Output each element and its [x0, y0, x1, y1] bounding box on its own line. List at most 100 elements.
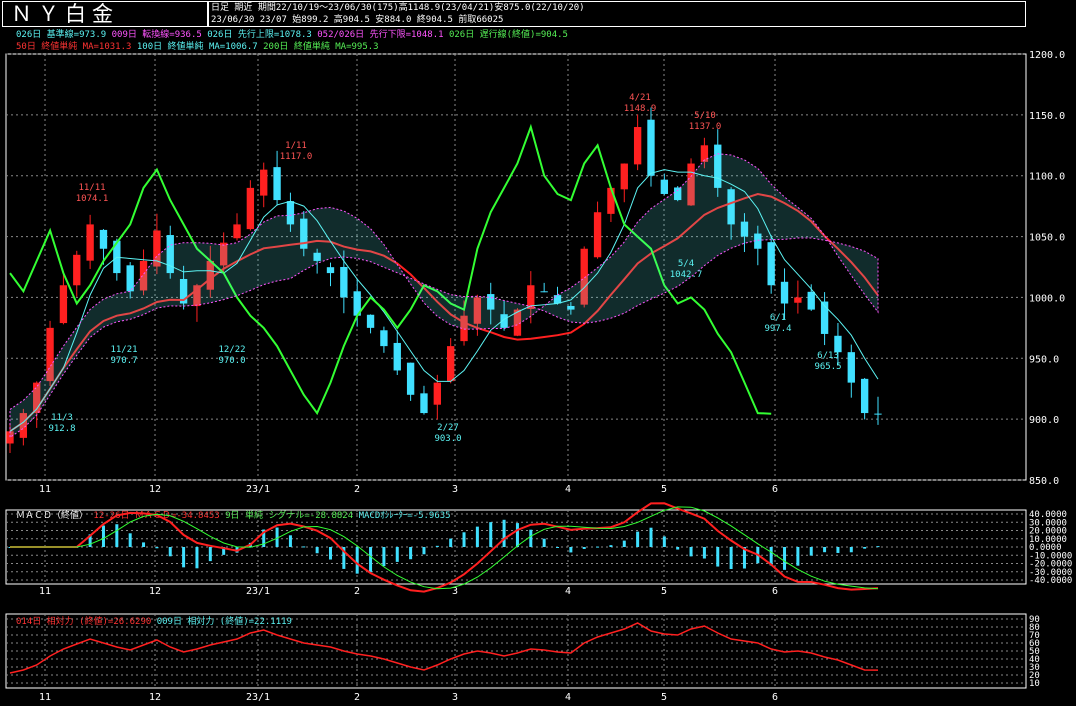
candle-body [406, 362, 415, 395]
macd-histogram-bar [515, 523, 519, 547]
macd-histogram-bar [115, 524, 119, 547]
x-tick: 5 [661, 692, 667, 703]
annotation-date: 1/11 [285, 141, 307, 151]
macd-histogram-bar [449, 538, 453, 547]
annotation-value: 903.0 [434, 434, 461, 444]
x-tick: 12 [149, 484, 161, 495]
macd-signal-line [10, 506, 879, 590]
candle-body [874, 413, 882, 415]
x-tick: 11 [39, 586, 51, 597]
macd-histogram-bar [863, 547, 867, 549]
candle-body [834, 335, 842, 353]
y-tick-main: 950.0 [1029, 354, 1059, 365]
macd-histogram-bar [395, 547, 399, 562]
annotation-value: 1137.0 [689, 122, 722, 132]
annotation-value: 912.8 [48, 424, 75, 434]
macd-histogram-bar [168, 547, 172, 557]
macd-histogram-bar [796, 547, 800, 566]
macd-histogram-bar [596, 546, 600, 548]
candle-body [393, 342, 401, 371]
macd-histogram-bar [155, 547, 159, 549]
x-tick: 4 [565, 692, 571, 703]
macd-histogram-bar [529, 529, 533, 547]
x-tick: 5 [661, 586, 667, 597]
annotation-value: 1042.7 [670, 270, 703, 280]
candle-body [326, 267, 335, 274]
x-tick: 3 [452, 484, 458, 495]
macd-histogram-bar [836, 547, 840, 553]
y-tick-main: 1200.0 [1029, 50, 1065, 61]
y-tick-rsi: 10 [1029, 679, 1040, 689]
macd-histogram-bar [422, 547, 426, 555]
candle-body [807, 291, 815, 310]
macd-histogram-bar [382, 547, 386, 567]
candle-body [233, 224, 241, 239]
y-tick-main: 1050.0 [1029, 233, 1065, 244]
annotation-date: 5/4 [678, 259, 694, 269]
x-tick: 5 [661, 484, 667, 495]
x-tick: 6 [772, 586, 778, 597]
x-tick: 11 [39, 692, 51, 703]
annotation-value: 970.7 [110, 356, 137, 366]
y-tick-main: 1150.0 [1029, 111, 1065, 122]
annotation-value: 997.4 [764, 324, 791, 334]
macd-histogram-bar [649, 527, 653, 547]
candle-body [660, 179, 669, 194]
candle-body [73, 254, 81, 286]
macd-histogram-bar [636, 531, 640, 547]
annotation-date: 12/22 [218, 345, 245, 355]
x-tick: 12 [149, 692, 161, 703]
candle-body [380, 330, 388, 347]
annotation-date: 2/27 [437, 423, 459, 433]
y-tick-main: 1100.0 [1029, 172, 1065, 183]
macd-histogram-bar [582, 547, 586, 549]
candle-body [273, 167, 281, 201]
y-tick-main: 900.0 [1029, 415, 1059, 426]
candle-body [607, 187, 615, 214]
macd-histogram-bar [101, 525, 105, 547]
candle-body [420, 393, 428, 414]
x-tick: 2 [354, 586, 360, 597]
macd-histogram-bar [622, 540, 626, 547]
macd-histogram-bar [609, 545, 613, 547]
macd-histogram-bar [128, 533, 132, 547]
macd-histogram-bar [302, 546, 306, 548]
x-tick: 6 [772, 692, 778, 703]
macd-histogram-bar [462, 532, 466, 547]
chart-canvas: 1200.0 1150.0 1100.0 1050.0 1000.0 950.0 900.0… [5, 50, 1072, 703]
candle-body [246, 187, 255, 230]
macd-histogram-bar [689, 547, 693, 557]
annotation-value: 970.0 [218, 356, 245, 366]
annotation-date: 11/3 [51, 413, 73, 423]
macd-histogram-bar [702, 547, 706, 559]
rsi-line [9, 622, 879, 674]
candle-body [647, 119, 655, 176]
y-tick-macd: -40.0000 [1029, 576, 1072, 586]
macd-histogram-bar [315, 547, 319, 554]
x-tick: 23/1 [246, 484, 270, 495]
candle-body [260, 169, 268, 196]
macd-histogram-bar [569, 547, 573, 553]
annotation-date: 6/1 [770, 313, 786, 323]
macd-histogram-bar [542, 538, 546, 547]
candle-body [433, 382, 441, 405]
macd-histogram-bar [823, 547, 827, 553]
x-tick: 4 [565, 484, 571, 495]
x-tick: 23/1 [246, 586, 270, 597]
macd-histogram-bar [435, 545, 439, 547]
macd-histogram-bar [502, 519, 506, 547]
macd-histogram-bar [369, 547, 373, 572]
macd-histogram-bar [876, 546, 880, 548]
candle-body [767, 242, 775, 286]
macd-histogram-bar [729, 547, 733, 569]
annotation-date: 6/13 [817, 351, 839, 361]
x-tick: 2 [354, 484, 360, 495]
candle-body [593, 212, 602, 258]
annotation-value: 1117.0 [280, 152, 313, 162]
candle-body [540, 291, 548, 293]
annotation-date: 11/11 [78, 183, 105, 193]
macd-histogram-bar [849, 547, 853, 553]
annotation-date: 4/21 [629, 93, 651, 103]
x-tick: 6 [772, 484, 778, 495]
annotation-value: 965.5 [814, 362, 841, 372]
